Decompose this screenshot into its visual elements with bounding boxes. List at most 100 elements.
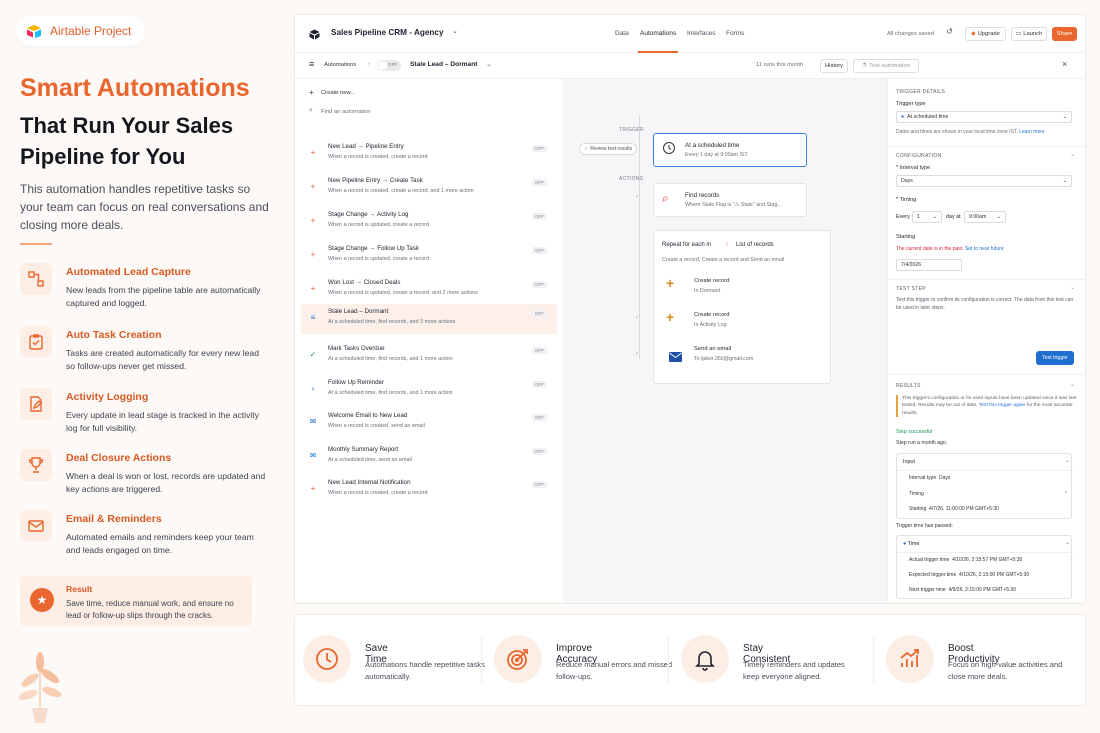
list-item-selected[interactable]: ≡ Stale Lead – Dormant At a scheduled time…	[301, 304, 557, 334]
menu-icon[interactable]: ≡	[309, 60, 314, 69]
section-heading: CONFIGURATION	[896, 153, 942, 159]
clock-icon: ●	[901, 114, 905, 120]
growth-chart-icon	[886, 635, 934, 683]
feature-desc: Tasks are created automatically for ever…	[66, 348, 259, 371]
launch-icon: ▭	[1015, 31, 1022, 37]
repeat-group-card[interactable]: Repeat for each in ⁝ List of records Cre…	[653, 230, 831, 384]
feature-lead-capture: Automated Lead Capture New leads from the…	[20, 263, 270, 319]
actions-label: ACTIONS	[619, 176, 644, 182]
automation-toggle[interactable]: OFF	[377, 60, 401, 71]
start-date-input[interactable]: 7/4/2026	[896, 259, 962, 271]
divider	[668, 635, 669, 683]
feature-activity-logging: Activity Logging Every update in lead sta…	[20, 388, 270, 444]
trigger-type-select[interactable]: ● At scheduled time ⌄	[896, 111, 1072, 123]
trigger-label: TRIGGER	[619, 127, 644, 133]
close-icon[interactable]: ×	[1062, 59, 1067, 69]
share-button[interactable]: Share	[1052, 27, 1077, 41]
test-trigger-button[interactable]: Test trigger	[1036, 351, 1074, 365]
automation-name[interactable]: Stale Lead – Dormant	[410, 61, 477, 68]
find-records-card[interactable]: ⌕ Find records Where Stale Flag is "⚠ St…	[653, 183, 807, 217]
list-icon: ⁝	[726, 242, 728, 248]
plant-illustration-icon	[18, 652, 62, 723]
chevron-down-icon[interactable]: ⌄	[1070, 284, 1075, 291]
clock-icon	[662, 141, 676, 160]
benefit-desc: Automations handle repetitive tasks auto…	[365, 660, 485, 681]
input-result-box: Input ⌄ Interval type Days Timing › Star…	[896, 453, 1073, 519]
feature-title: Auto Task Creation	[66, 329, 162, 341]
history-button[interactable]: History	[820, 59, 848, 73]
tab-data[interactable]: Data	[615, 30, 629, 37]
tab-interfaces[interactable]: Interfaces	[687, 30, 716, 37]
feature-email-reminders: Email & Reminders Automated emails and re…	[20, 510, 270, 566]
check-icon: ✓	[635, 315, 640, 321]
list-item[interactable]: + Stage Change → Activity Log When a recor…	[301, 207, 557, 237]
status-badge: OFF	[531, 281, 547, 288]
status-badge: OFF	[531, 381, 547, 388]
target-icon	[494, 635, 542, 683]
top-bar: Sales Pipeline CRM - Agency ⌄ Data Autom…	[295, 15, 1085, 53]
chevron-down-icon[interactable]: ⌄	[452, 27, 458, 35]
chevron-down-icon[interactable]: ⌄	[1065, 539, 1070, 546]
mail-icon	[669, 349, 682, 367]
chevron-down-icon[interactable]: ⌄	[1070, 151, 1075, 158]
check-icon: ✓	[635, 351, 640, 357]
breadcrumb-automations[interactable]: Automations	[324, 62, 356, 68]
feature-desc: When a deal is won or lost, records are …	[66, 471, 266, 494]
trigger-card[interactable]: At a scheduled time Every 1 day at 9:00a…	[653, 133, 807, 167]
chevron-down-icon: ⌄	[996, 214, 1001, 220]
test-again-link[interactable]: Test this trigger again	[979, 403, 1025, 408]
upgrade-button[interactable]: ◆ Upgrade	[965, 27, 1006, 41]
list-item[interactable]: + New Lead Internal Notification When a re…	[301, 475, 557, 505]
rocket-icon: ◆	[971, 31, 976, 37]
brand-badge: Airtable Project	[16, 16, 146, 46]
time-select[interactable]: 9:00am ⌄	[964, 211, 1006, 223]
divider	[20, 243, 52, 245]
list-item[interactable]: ✓ Mark Tasks Overdue At a scheduled time, …	[301, 341, 557, 371]
list-item[interactable]: + New Lead → Pipeline Entry When a record …	[301, 139, 557, 169]
interval-type-select[interactable]: Days ⌄	[896, 175, 1072, 187]
result-callout: ★ Result Save time, reduce manual work, a…	[20, 576, 252, 626]
search-input[interactable]: Find an automation	[321, 109, 371, 115]
status-badge: OFF	[531, 448, 547, 455]
run-count: 11 runs this month	[756, 62, 804, 68]
learn-more-link[interactable]: Learn more	[1019, 129, 1045, 135]
chevron-right-icon[interactable]: ›	[1065, 490, 1067, 496]
base-name[interactable]: Sales Pipeline CRM - Agency	[331, 28, 444, 37]
result-title: Result	[66, 584, 93, 594]
divider	[481, 635, 482, 683]
check-icon: ✓	[584, 146, 589, 152]
base-logo-icon	[309, 27, 320, 45]
history-icon[interactable]: ↺	[946, 27, 953, 36]
list-item[interactable]: + New Pipeline Entry → Create Task When a …	[301, 173, 557, 203]
chevron-down-icon[interactable]: ⌄	[1065, 457, 1070, 464]
list-item[interactable]: + Won Lost → Closed Deals When a record is…	[301, 275, 557, 305]
list-item[interactable]: + Stage Change → Follow Up Task When a rec…	[301, 241, 557, 271]
chevron-down-icon[interactable]: ⌄	[1070, 381, 1075, 388]
benefit-desc: Timely reminders and updates keep everyo…	[743, 660, 845, 681]
list-item[interactable]: ✉ Monthly Summary Report At a scheduled ti…	[301, 442, 557, 472]
every-count-select[interactable]: 1 ⌄	[912, 211, 942, 223]
test-automation-button[interactable]: ⚗ Test automation	[853, 59, 919, 73]
divider	[888, 374, 1085, 375]
create-new-button[interactable]: Create new...	[321, 90, 355, 96]
step-status: Step successful	[896, 429, 933, 435]
review-test-results-button[interactable]: ✓ Review test results	[579, 143, 638, 155]
status-badge: OFF	[531, 247, 547, 254]
chevron-down-icon[interactable]: ⌄	[486, 60, 492, 68]
list-item[interactable]: ✉ Welcome Email to New Lead When a record …	[301, 408, 557, 438]
tab-automations[interactable]: Automations	[640, 30, 676, 37]
tab-forms[interactable]: Forms	[726, 30, 744, 37]
set-near-future-link[interactable]: Set to near future	[965, 246, 1004, 252]
list-item[interactable]: › Follow Up Reminder At a scheduled time, …	[301, 375, 557, 405]
past-date-warning: The current date is in the past.	[896, 246, 964, 252]
launch-button[interactable]: ▭ Launch	[1011, 27, 1047, 41]
section-heading: RESULTS	[896, 383, 921, 389]
chevron-down-icon: ⌄	[932, 214, 937, 220]
feature-desc: Every update in lead stage is tracked in…	[66, 410, 259, 433]
hero-title: That Run Your Sales Pipeline for You	[20, 113, 234, 169]
plus-icon[interactable]: +	[309, 88, 314, 97]
flow-icon	[20, 263, 52, 295]
feature-title: Automated Lead Capture	[66, 266, 191, 278]
clipboard-check-icon	[20, 326, 52, 358]
status-badge: OFF	[531, 213, 547, 220]
